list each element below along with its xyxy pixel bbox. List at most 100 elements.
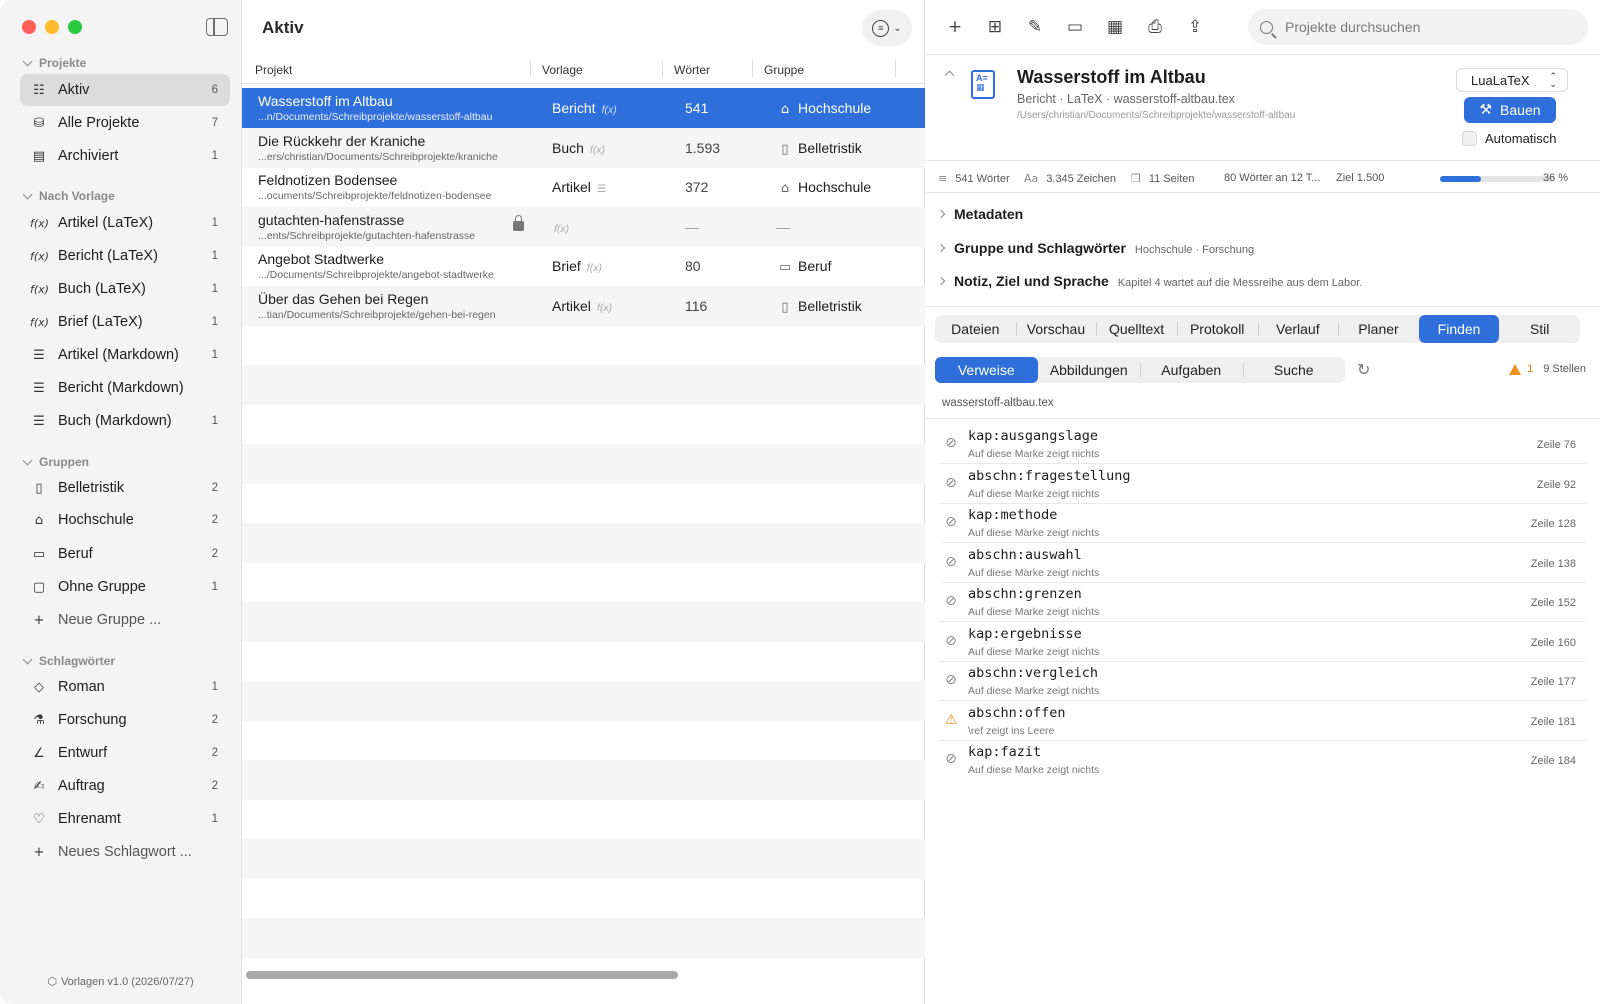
sidebar-item-label: Aktiv: [58, 82, 90, 98]
sidebar-item-bericht-markdown[interactable]: ☰ Bericht (Markdown): [20, 372, 230, 404]
reference-item[interactable]: ⊘ abschn:grenzen Auf diese Marke zeigt nic…: [940, 582, 1586, 622]
heart-icon: ♡: [33, 811, 45, 827]
compose-icon[interactable]: ✎: [1022, 14, 1048, 40]
subtab-verweise[interactable]: Verweise: [935, 357, 1038, 383]
sidebar-item-brief-latex[interactable]: f(x) Brief (LaTeX) 1: [20, 306, 230, 338]
sidebar-item-alle-projekte[interactable]: ⛁ Alle Projekte 7: [20, 107, 230, 139]
column-header-projekt[interactable]: Projekt: [255, 63, 292, 77]
project-name: Angebot Stadtwerke: [258, 251, 385, 267]
subtab-aufgaben[interactable]: Aufgaben: [1140, 357, 1243, 383]
sidebar-item-auftrag[interactable]: ✍ Auftrag 2: [20, 770, 230, 802]
refresh-icon[interactable]: ↻: [1357, 360, 1370, 379]
sidebar-toggle-icon[interactable]: [206, 18, 228, 36]
table-row[interactable]: Über das Gehen bei Regen ...tian/Document…: [242, 285, 925, 326]
sidebar-item-archiviert[interactable]: ▤ Archiviert 1: [20, 140, 230, 172]
sidebar-item-roman[interactable]: ◇ Roman 1: [20, 671, 230, 703]
sidebar-item-aktiv[interactable]: ☷ Aktiv 6: [20, 74, 230, 106]
sidebar-item-label: Brief (LaTeX): [58, 314, 143, 330]
item-count: 2: [211, 714, 218, 726]
sidebar-section-header[interactable]: Schlagwörter: [22, 654, 115, 668]
tab-stil[interactable]: Stil: [1499, 315, 1580, 343]
sidebar-item-buch-markdown[interactable]: ☰ Buch (Markdown) 1: [20, 405, 230, 437]
table-row[interactable]: Wasserstoff im Altbau ...n/Documents/Schr…: [242, 88, 925, 128]
column-header-gruppe[interactable]: Gruppe: [764, 63, 804, 77]
checkbox[interactable]: [1462, 131, 1477, 146]
reference-item[interactable]: ⊘ abschn:fragestellung Auf diese Marke zei…: [940, 464, 1586, 504]
sidebar-item-artikel-markdown[interactable]: ☰ Artikel (Markdown) 1: [20, 339, 230, 371]
reference-item[interactable]: ⊘ abschn:vergleich Auf diese Marke zeigt n…: [940, 661, 1586, 701]
file-name: wasserstoff-altbau.tex: [942, 397, 1054, 409]
print-icon[interactable]: ⎙: [1142, 14, 1168, 40]
template-cell: Buch f(x): [552, 139, 606, 156]
reference-item[interactable]: ⊘ kap:fazit Auf diese Marke zeigt nichts Ze…: [940, 740, 1586, 780]
sidebar-section-header[interactable]: Projekte: [22, 56, 86, 70]
new-folder-icon[interactable]: ⊞: [982, 14, 1008, 40]
chevron-down-icon: [22, 455, 33, 466]
reference-description: Auf diese Marke zeigt nichts: [968, 645, 1100, 658]
tab-quelltext[interactable]: Quelltext: [1096, 315, 1177, 343]
sidebar-item-ohne-gruppe[interactable]: ▢ Ohne Gruppe 1: [20, 571, 230, 603]
scrollbar-thumb[interactable]: [246, 971, 678, 979]
archive-icon: ▤: [32, 148, 46, 164]
engine-select[interactable]: LuaLaTeX ⌃ ⌄: [1456, 68, 1568, 92]
reference-description: \ref zeigt ins Leere: [968, 724, 1055, 737]
section-metadaten[interactable]: Metadaten: [936, 206, 1032, 222]
sidebar-section-header[interactable]: Gruppen: [22, 455, 89, 469]
zoom-button[interactable]: [68, 20, 82, 34]
sidebar-section-header[interactable]: Nach Vorlage: [22, 189, 115, 203]
reference-item[interactable]: ⊘ abschn:auswahl Auf diese Marke zeigt nic…: [940, 543, 1586, 583]
filter-menu-button[interactable]: ≡ ⌄: [862, 10, 912, 46]
tab-planer[interactable]: Planer: [1338, 315, 1419, 343]
template-icon[interactable]: ▦: [1102, 14, 1128, 40]
reference-label: kap:ausgangslage: [968, 428, 1099, 444]
project-path: ...ents/Schreibprojekte/gutachten-hafens…: [258, 229, 476, 242]
plus-icon[interactable]: +: [942, 14, 968, 40]
section-gruppe-schlagwoerter[interactable]: Gruppe und Schlagwörter Hochschule · For…: [936, 240, 1254, 256]
sidebar-item-hochschule[interactable]: ⌂ Hochschule 2: [20, 504, 230, 536]
reference-item[interactable]: ⊘ kap:ausgangslage Auf diese Marke zeigt n…: [940, 424, 1586, 464]
table-row[interactable]: Die Rückkehr der Kraniche ...ers/christia…: [242, 127, 925, 168]
tab-dateien[interactable]: Dateien: [935, 315, 1016, 343]
cube-icon: ⬡: [47, 975, 57, 988]
tab-protokoll[interactable]: Protokoll: [1176, 315, 1258, 343]
sidebar-item-neue-gruppe[interactable]: + Neue Gruppe ...: [20, 604, 230, 636]
reference-item[interactable]: ⊘ kap:ergebnisse Auf diese Marke zeigt nic…: [940, 622, 1586, 662]
search-input[interactable]: [1285, 19, 1565, 35]
folder-icon[interactable]: ▭: [1062, 14, 1088, 40]
sidebar-item-neues-schlagwort[interactable]: + Neues Schlagwort ...: [20, 836, 230, 868]
table-row[interactable]: gutachten-hafenstrasse ...ents/Schreibpro…: [242, 206, 925, 247]
build-button[interactable]: ⚒ Bauen: [1464, 97, 1556, 123]
sidebar-item-entwurf[interactable]: ∠ Entwurf 2: [20, 737, 230, 769]
reference-item[interactable]: ⊘ kap:methode Auf diese Marke zeigt nichts…: [940, 503, 1586, 543]
item-count: 1: [211, 581, 218, 593]
warning-summary: 1 9 Stellen: [1509, 363, 1586, 375]
pages-icon: ❐: [1131, 172, 1141, 185]
reference-label: abschn:vergleich: [968, 665, 1099, 681]
table-row[interactable]: Angebot Stadtwerke .../Documents/Schreibp…: [242, 246, 925, 286]
tab-vorschau[interactable]: Vorschau: [1015, 315, 1097, 343]
collapse-header-icon[interactable]: [944, 70, 955, 81]
column-header-vorlage[interactable]: Vorlage: [542, 63, 583, 77]
auto-build-checkbox[interactable]: Automatisch: [1462, 131, 1557, 146]
table-row[interactable]: Feldnotizen Bodensee ...ocuments/Schreibp…: [242, 167, 925, 207]
sidebar-item-forschung[interactable]: ⚗ Forschung 2: [20, 704, 230, 736]
tab-finden[interactable]: Finden: [1418, 315, 1500, 343]
minimize-button[interactable]: [45, 20, 59, 34]
subtab-abbildungen[interactable]: Abbildungen: [1038, 357, 1141, 383]
tab-verlauf[interactable]: Verlauf: [1257, 315, 1339, 343]
sidebar-item-beruf[interactable]: ▭ Beruf 2: [20, 538, 230, 570]
reference-item[interactable]: ⚠ abschn:offen \ref zeigt ins Leere Zeile 1…: [940, 701, 1586, 741]
sidebar-item-artikel-latex[interactable]: f(x) Artikel (LaTeX) 1: [20, 207, 230, 239]
sidebar-item-buch-latex[interactable]: f(x) Buch (LaTeX) 1: [20, 273, 230, 305]
sidebar-item-bericht-latex[interactable]: f(x) Bericht (LaTeX) 1: [20, 240, 230, 272]
horizontal-scrollbar[interactable]: [242, 968, 925, 982]
sidebar-item-belletristik[interactable]: ▯ Belletristik 2: [20, 472, 230, 504]
column-header-woerter[interactable]: Wörter: [674, 63, 710, 77]
sidebar-item-label: Forschung: [58, 712, 127, 728]
search-field[interactable]: [1248, 9, 1588, 45]
share-icon[interactable]: ⇪: [1182, 14, 1208, 40]
sidebar-item-ehrenamt[interactable]: ♡ Ehrenamt 1: [20, 803, 230, 835]
section-notiz-ziel-sprache[interactable]: Notiz, Ziel und Sprache Kapitel 4 wartet…: [936, 273, 1362, 289]
subtab-suche[interactable]: Suche: [1242, 357, 1346, 383]
close-button[interactable]: [22, 20, 36, 34]
